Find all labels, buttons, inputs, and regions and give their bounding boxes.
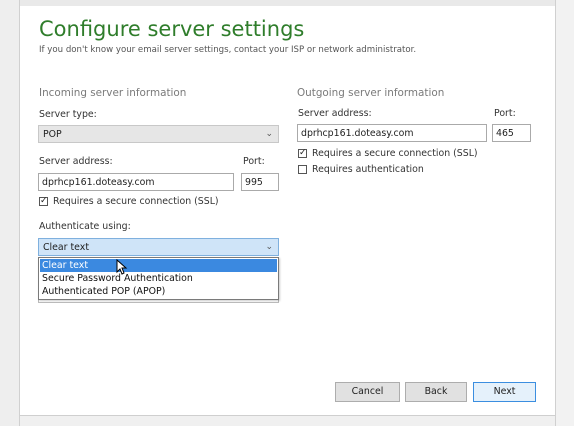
outgoing-server-address-input[interactable]: dprhcp161.doteasy.com [297, 124, 487, 142]
window-right-edge [555, 0, 574, 426]
requires-authentication-checkbox[interactable] [298, 165, 307, 174]
authenticate-using-value: Clear text [43, 242, 90, 253]
window-left-edge [0, 0, 20, 426]
window-bottom-edge [20, 415, 555, 426]
authenticate-using-select[interactable]: Clear text ⌄ [38, 238, 279, 256]
authenticate-using-label: Authenticate using: [39, 221, 131, 232]
outgoing-ssl-checkbox[interactable]: ✓ [298, 148, 307, 158]
outgoing-ssl-label: Requires a secure connection (SSL) [312, 148, 478, 159]
chevron-down-icon: ⌄ [265, 242, 273, 252]
mouse-pointer-icon [116, 259, 128, 275]
back-button[interactable]: Back [405, 382, 467, 402]
incoming-server-address-label: Server address: [39, 156, 113, 167]
incoming-heading: Incoming server information [39, 87, 187, 99]
page-subtitle: If you don't know your email server sett… [39, 45, 417, 55]
page-title: Configure server settings [39, 17, 305, 41]
dropdown-option-apop[interactable]: Authenticated POP (APOP) [40, 285, 277, 298]
chevron-down-icon: ⌄ [265, 129, 273, 139]
outgoing-server-address-label: Server address: [298, 108, 372, 119]
authenticate-dropdown-list[interactable]: Clear text Secure Password Authenticatio… [38, 257, 279, 300]
server-type-value: POP [43, 129, 62, 140]
window-top-edge [6, 0, 566, 6]
incoming-server-address-input[interactable]: dprhcp161.doteasy.com [38, 173, 234, 191]
outgoing-heading: Outgoing server information [297, 87, 445, 99]
cancel-button[interactable]: Cancel [335, 382, 400, 402]
check-icon: ✓ [40, 196, 48, 206]
dropdown-option-spa[interactable]: Secure Password Authentication [40, 272, 277, 285]
server-type-select[interactable]: POP ⌄ [38, 125, 279, 143]
requires-authentication-label: Requires authentication [312, 164, 424, 175]
incoming-ssl-label: Requires a secure connection (SSL) [53, 196, 219, 207]
incoming-port-input[interactable]: 995 [241, 173, 279, 191]
incoming-port-label: Port: [243, 156, 265, 167]
outgoing-port-label: Port: [494, 108, 516, 119]
incoming-ssl-checkbox[interactable]: ✓ [39, 196, 48, 206]
next-button[interactable]: Next [473, 382, 536, 402]
server-type-label: Server type: [39, 109, 97, 120]
dropdown-option-clear-text[interactable]: Clear text [40, 259, 277, 272]
check-icon: ✓ [299, 148, 307, 158]
outgoing-port-input[interactable]: 465 [492, 124, 531, 142]
